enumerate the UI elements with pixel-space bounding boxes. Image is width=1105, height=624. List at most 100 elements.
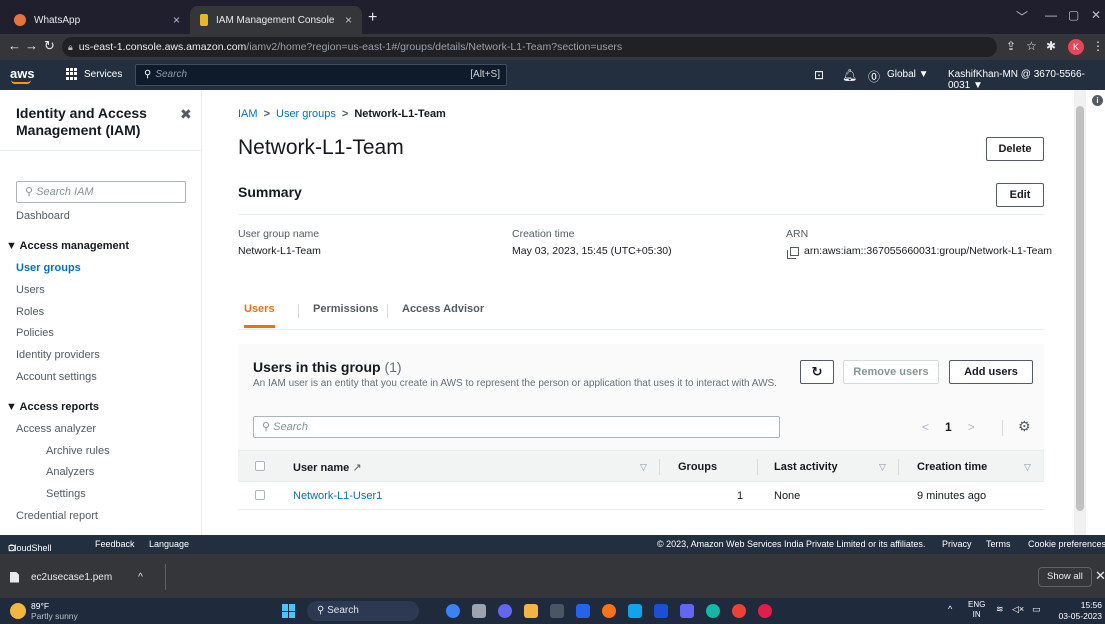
close-tab-icon[interactable]: × [173, 13, 180, 27]
browser-tab-iam[interactable]: IAM Management Console × [190, 6, 362, 34]
sidebar-item-user-groups[interactable]: User groups [16, 262, 81, 274]
battery-icon[interactable]: ▭ [1032, 604, 1041, 615]
weather-widget[interactable]: 89°F Partly sunny [10, 601, 78, 621]
word-icon[interactable] [654, 604, 668, 618]
extensions-icon[interactable]: ✱ [1046, 39, 1056, 53]
sidebar-item-dashboard[interactable]: Dashboard [16, 210, 70, 222]
page-number[interactable]: 1 [945, 420, 952, 434]
new-tab-button[interactable]: + [368, 9, 377, 27]
remote-desktop-icon[interactable] [628, 604, 642, 618]
tab-permissions[interactable]: Permissions [313, 303, 378, 325]
firefox-icon[interactable] [602, 604, 616, 618]
sidebar-item-settings[interactable]: Settings [46, 488, 86, 500]
sidebar-item-users[interactable]: Users [16, 284, 45, 296]
column-groups[interactable]: Groups [678, 461, 717, 473]
sidebar-item-account-settings[interactable]: Account settings [16, 371, 97, 383]
sidebar-item-credential-report[interactable]: Credential report [16, 510, 98, 522]
wifi-icon[interactable]: ≋ [996, 604, 1004, 615]
aws-logo[interactable]: aws [10, 66, 35, 81]
page-scrollbar[interactable] [1074, 90, 1086, 535]
system-clock[interactable]: 15:56 03-05-2023 [1054, 600, 1102, 622]
breadcrumb-user-groups[interactable]: User groups [276, 108, 336, 120]
region-selector[interactable]: Global ▼ [887, 69, 929, 80]
account-menu[interactable]: KashifKhan-MN @ 3670-5566-0031 ▼ [948, 69, 1105, 91]
reload-icon[interactable]: ↻ [44, 38, 55, 54]
users-search-input[interactable]: ⚲ Search [253, 416, 780, 438]
services-menu[interactable]: Services [66, 68, 122, 80]
sidebar-item-access-analyzer[interactable]: Access analyzer [16, 423, 96, 435]
download-item[interactable]: ec2usecase1.pem ^ [10, 564, 166, 590]
taskbar-search[interactable]: ⚲ Search [307, 601, 419, 621]
copilot-icon[interactable] [446, 604, 460, 618]
column-user-name[interactable]: User name ↗ [293, 461, 362, 474]
profile-avatar[interactable]: K [1068, 39, 1084, 55]
scrollbar-thumb[interactable] [1076, 106, 1084, 511]
copy-icon[interactable] [787, 246, 799, 259]
teams-icon[interactable] [680, 604, 694, 618]
info-icon[interactable]: i [1092, 95, 1103, 106]
tab-search-icon[interactable]: ﹀ [1016, 8, 1028, 25]
volume-icon[interactable]: ◁× [1012, 604, 1024, 615]
footer-feedback[interactable]: Feedback [95, 539, 135, 549]
share-icon[interactable]: ⇪ [1006, 39, 1016, 53]
store-icon[interactable] [550, 604, 564, 618]
breadcrumb-iam[interactable]: IAM [238, 108, 258, 120]
url-field[interactable]: 🔒︎ us-east-1.console.aws.amazon.com/iamv2… [62, 37, 997, 57]
remove-users-button[interactable]: Remove users [843, 360, 939, 384]
help-icon[interactable]: ⓪ [868, 68, 880, 85]
footer-language[interactable]: Language [149, 539, 189, 549]
prev-page-icon[interactable]: < [922, 420, 929, 434]
show-all-downloads-button[interactable]: Show all [1038, 567, 1092, 587]
next-page-icon[interactable]: > [968, 420, 975, 434]
notifications-bell-icon[interactable]: 🔔︎ [842, 68, 857, 82]
close-download-bar-icon[interactable]: ✕ [1095, 568, 1105, 584]
sidebar-item-policies[interactable]: Policies [16, 327, 54, 339]
footer-terms[interactable]: Terms [986, 539, 1011, 549]
add-users-button[interactable]: Add users [949, 360, 1033, 384]
delete-button[interactable]: Delete [986, 137, 1044, 161]
column-creation-time[interactable]: Creation time [917, 461, 987, 473]
tab-access-advisor[interactable]: Access Advisor [402, 303, 484, 325]
sidebar-item-identity-providers[interactable]: Identity providers [16, 349, 100, 361]
language-indicator[interactable]: ENG IN [968, 600, 985, 620]
restore-icon[interactable]: ▢ [1068, 8, 1079, 22]
sidebar-section-access-reports[interactable]: ▼ Access reports [6, 401, 99, 413]
user-name-link[interactable]: Network-L1-User1 [293, 490, 382, 502]
preferences-gear-icon[interactable]: ⚙ [1018, 418, 1031, 435]
bitwarden-icon[interactable] [576, 604, 590, 618]
task-view-icon[interactable] [472, 604, 486, 618]
back-icon[interactable]: ← [8, 38, 21, 53]
chat-icon[interactable] [498, 604, 512, 618]
chrome-icon[interactable] [732, 604, 746, 618]
column-last-activity[interactable]: Last activity [774, 461, 838, 473]
tab-users[interactable]: Users [244, 303, 275, 328]
search-iam-input[interactable]: ⚲ Search IAM [16, 181, 186, 203]
sidebar-section-access-management[interactable]: ▼ Access management [6, 240, 129, 252]
tray-chevron-up-icon[interactable]: ^ [948, 604, 952, 614]
bookmark-star-icon[interactable]: ☆ [1026, 39, 1037, 53]
cloudshell-icon[interactable]: ⊡ [814, 68, 824, 82]
windows-start-icon[interactable] [282, 604, 296, 618]
brave-icon[interactable] [758, 604, 772, 618]
close-sidebar-icon[interactable]: ✖ [180, 106, 192, 123]
edge-icon[interactable] [706, 604, 720, 618]
browser-menu-icon[interactable]: ⋮ [1092, 39, 1104, 53]
select-all-checkbox[interactable] [255, 461, 265, 471]
row-checkbox[interactable] [255, 490, 265, 500]
edit-button[interactable]: Edit [996, 183, 1044, 207]
sort-icon[interactable]: ▽ [879, 462, 886, 473]
close-window-icon[interactable]: ✕ [1091, 8, 1101, 22]
aws-search-input[interactable]: ⚲ Search [Alt+S] [135, 64, 507, 86]
chevron-up-icon[interactable]: ^ [138, 572, 143, 583]
browser-tab-whatsapp[interactable]: WhatsApp × [4, 6, 190, 34]
sidebar-item-archive-rules[interactable]: Archive rules [46, 445, 110, 457]
minimize-icon[interactable]: — [1045, 8, 1057, 22]
forward-icon[interactable]: → [25, 38, 38, 53]
refresh-button[interactable]: ↻ [800, 360, 834, 384]
sidebar-item-analyzers[interactable]: Analyzers [46, 466, 94, 478]
sort-icon[interactable]: ▽ [640, 462, 647, 473]
footer-privacy[interactable]: Privacy [942, 539, 972, 549]
sidebar-item-roles[interactable]: Roles [16, 306, 44, 318]
file-explorer-icon[interactable] [524, 604, 538, 618]
close-tab-icon[interactable]: × [345, 13, 352, 27]
